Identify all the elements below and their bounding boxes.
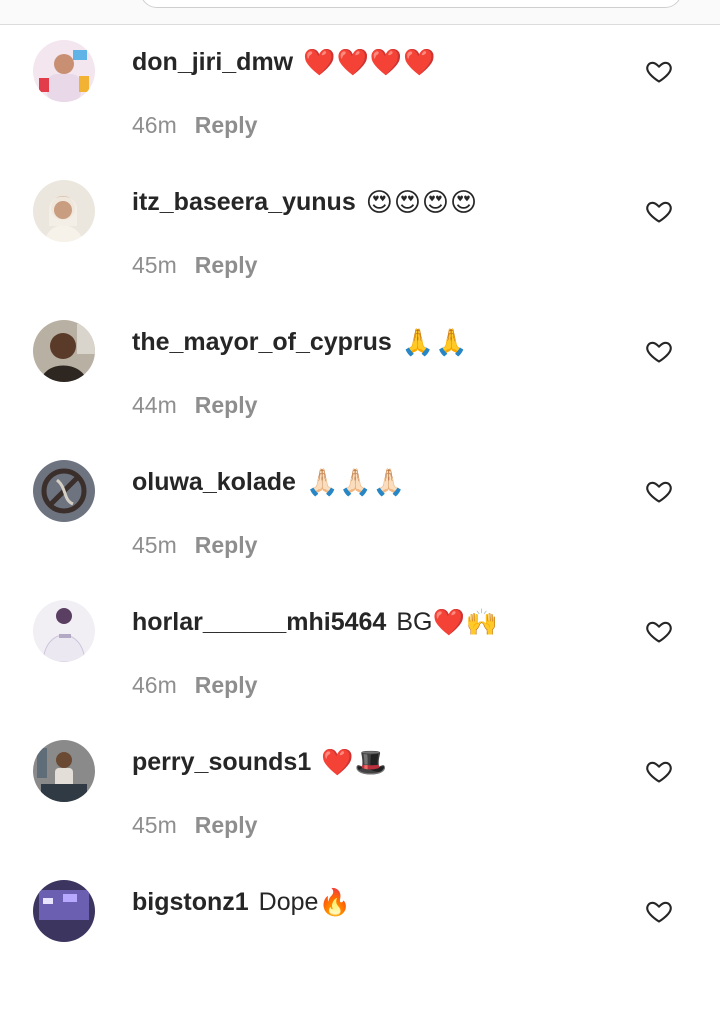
avatar[interactable] bbox=[33, 180, 95, 242]
avatar[interactable] bbox=[33, 320, 95, 382]
comment-emoji: 🔥 bbox=[318, 886, 352, 917]
avatar-photo bbox=[33, 740, 95, 802]
username-link[interactable]: oluwa_kolade bbox=[132, 468, 296, 497]
comment-line: oluwa_kolade 🙏🏻🙏🏻🙏🏻 bbox=[132, 466, 406, 498]
comment-meta: 46m Reply bbox=[132, 670, 257, 700]
username-link[interactable]: perry_sounds1 bbox=[132, 748, 311, 777]
username-link[interactable]: bigstonz1 bbox=[132, 888, 249, 917]
comment-line: don_jiri_dmw ❤️❤️❤️❤️ bbox=[132, 46, 437, 78]
search-bar-edge[interactable] bbox=[140, 0, 682, 8]
avatar-photo bbox=[33, 880, 95, 942]
avatar[interactable] bbox=[33, 740, 95, 802]
comment-emoji: 🙏🏻🙏🏻🙏🏻 bbox=[305, 466, 407, 497]
timestamp: 46m bbox=[132, 671, 177, 698]
avatar[interactable] bbox=[33, 600, 95, 662]
top-bar bbox=[0, 0, 720, 25]
avatar-photo bbox=[33, 460, 95, 522]
comment-emoji: ❤️❤️❤️❤️ bbox=[303, 46, 437, 77]
reply-button[interactable]: Reply bbox=[195, 392, 258, 419]
heart-icon[interactable] bbox=[645, 477, 673, 505]
reply-button[interactable]: Reply bbox=[195, 112, 258, 139]
reply-button[interactable]: Reply bbox=[195, 252, 258, 279]
comment-meta: 45m Reply bbox=[132, 530, 257, 560]
reply-button[interactable]: Reply bbox=[195, 812, 258, 839]
comment-line: itz_baseera_yunus 😍😍😍😍 bbox=[132, 186, 478, 218]
comment-line: perry_sounds1 ❤️🎩 bbox=[132, 746, 388, 778]
heart-icon[interactable] bbox=[645, 197, 673, 225]
heart-icon[interactable] bbox=[645, 57, 673, 85]
comment-item: perry_sounds1 ❤️🎩 45m Reply bbox=[0, 732, 720, 872]
timestamp: 45m bbox=[132, 531, 177, 558]
avatar-photo bbox=[33, 40, 95, 102]
heart-icon[interactable] bbox=[645, 617, 673, 645]
username-link[interactable]: itz_baseera_yunus bbox=[132, 188, 356, 217]
comment-meta: 44m Reply bbox=[132, 390, 257, 420]
comment-meta: 45m Reply bbox=[132, 810, 257, 840]
comment-item: horlar______mhi5464 BG ❤️🙌 46m Reply bbox=[0, 592, 720, 732]
avatar-photo bbox=[33, 180, 95, 242]
reply-button[interactable]: Reply bbox=[195, 672, 258, 699]
comment-emoji: ❤️🎩 bbox=[321, 746, 388, 777]
heart-icon[interactable] bbox=[645, 337, 673, 365]
comment-text: BG bbox=[396, 607, 433, 636]
avatar-photo bbox=[33, 600, 95, 662]
avatar-photo bbox=[33, 320, 95, 382]
comment-item: itz_baseera_yunus 😍😍😍😍 45m Reply bbox=[0, 172, 720, 312]
comment-item: oluwa_kolade 🙏🏻🙏🏻🙏🏻 45m Reply bbox=[0, 452, 720, 592]
timestamp: 45m bbox=[132, 811, 177, 838]
avatar[interactable] bbox=[33, 880, 95, 942]
comment-line: the_mayor_of_cyprus 🙏🙏 bbox=[132, 326, 469, 358]
reply-button[interactable]: Reply bbox=[195, 532, 258, 559]
comment-item: the_mayor_of_cyprus 🙏🙏 44m Reply bbox=[0, 312, 720, 452]
comment-emoji: ❤️🙌 bbox=[432, 606, 500, 637]
comment-emoji: 😍😍😍😍 bbox=[365, 186, 479, 217]
timestamp: 44m bbox=[132, 391, 177, 418]
timestamp: 45m bbox=[132, 251, 177, 278]
username-link[interactable]: horlar______mhi5464 bbox=[132, 608, 386, 637]
comment-item: bigstonz1 Dope 🔥 bbox=[0, 872, 720, 1012]
avatar[interactable] bbox=[33, 40, 95, 102]
comment-item: don_jiri_dmw ❤️❤️❤️❤️ 46m Reply bbox=[0, 32, 720, 172]
heart-icon[interactable] bbox=[645, 757, 673, 785]
comment-text: Dope bbox=[258, 887, 319, 916]
comment-line: bigstonz1 Dope 🔥 bbox=[132, 886, 352, 918]
comment-meta: 46m Reply bbox=[132, 110, 257, 140]
comment-emoji: 🙏🙏 bbox=[401, 326, 469, 357]
comment-line: horlar______mhi5464 BG ❤️🙌 bbox=[132, 606, 499, 638]
username-link[interactable]: the_mayor_of_cyprus bbox=[132, 328, 392, 357]
username-link[interactable]: don_jiri_dmw bbox=[132, 48, 293, 77]
comment-meta: 45m Reply bbox=[132, 250, 257, 280]
avatar[interactable] bbox=[33, 460, 95, 522]
timestamp: 46m bbox=[132, 111, 177, 138]
